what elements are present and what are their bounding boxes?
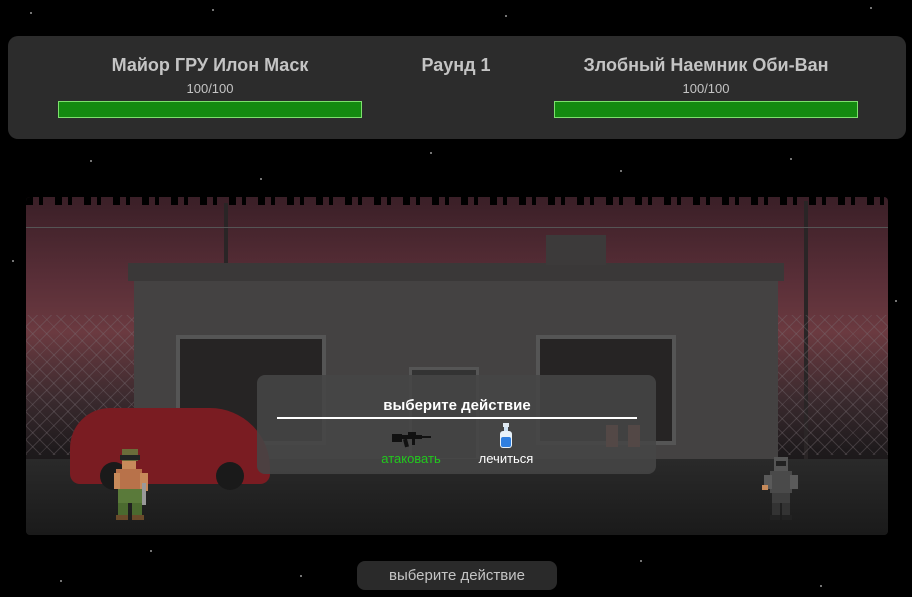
power-wire	[26, 227, 888, 228]
enemy-hp-fill	[555, 102, 857, 117]
attack-button[interactable]: атаковать	[366, 423, 456, 467]
action-menu-title: выберите действие	[277, 397, 637, 419]
player-character-sprite	[114, 449, 148, 520]
enemy-hp-text: 100/100	[682, 81, 730, 96]
potion-bottle-icon	[461, 423, 551, 449]
wrecked-car	[70, 408, 270, 490]
enemy-hp-bar	[554, 101, 858, 118]
enemy-character-sprite	[762, 457, 798, 520]
rifle-icon	[366, 423, 456, 449]
player-hp-text: 100/100	[186, 81, 234, 96]
heal-button[interactable]: лечиться	[461, 423, 551, 467]
player-hp-fill	[59, 102, 361, 117]
battle-hud: Майор ГРУ Илон Маск 100/100 Раунд 1 Злоб…	[8, 36, 906, 139]
building-roof	[128, 263, 784, 281]
player-name: Майор ГРУ Илон Маск	[111, 55, 309, 75]
battle-scene	[26, 197, 888, 535]
enemy-name: Злобный Наемник Оби-Ван	[583, 55, 829, 75]
roof-vent	[546, 235, 606, 265]
action-menu: выберите действие атаковать лечиться	[257, 375, 656, 474]
player-hp-bar	[58, 101, 362, 118]
round-label: Раунд 1	[421, 55, 491, 75]
car-wheel	[216, 462, 244, 490]
enemy-panel: Злобный Наемник Оби-Ван 100/100	[554, 54, 858, 118]
player-panel: Майор ГРУ Илон Маск 100/100	[58, 54, 362, 118]
scene-torn-edge	[26, 197, 888, 205]
attack-label: атаковать	[381, 451, 441, 466]
status-bar: выберите действие	[357, 561, 557, 590]
heal-label: лечиться	[478, 451, 534, 466]
